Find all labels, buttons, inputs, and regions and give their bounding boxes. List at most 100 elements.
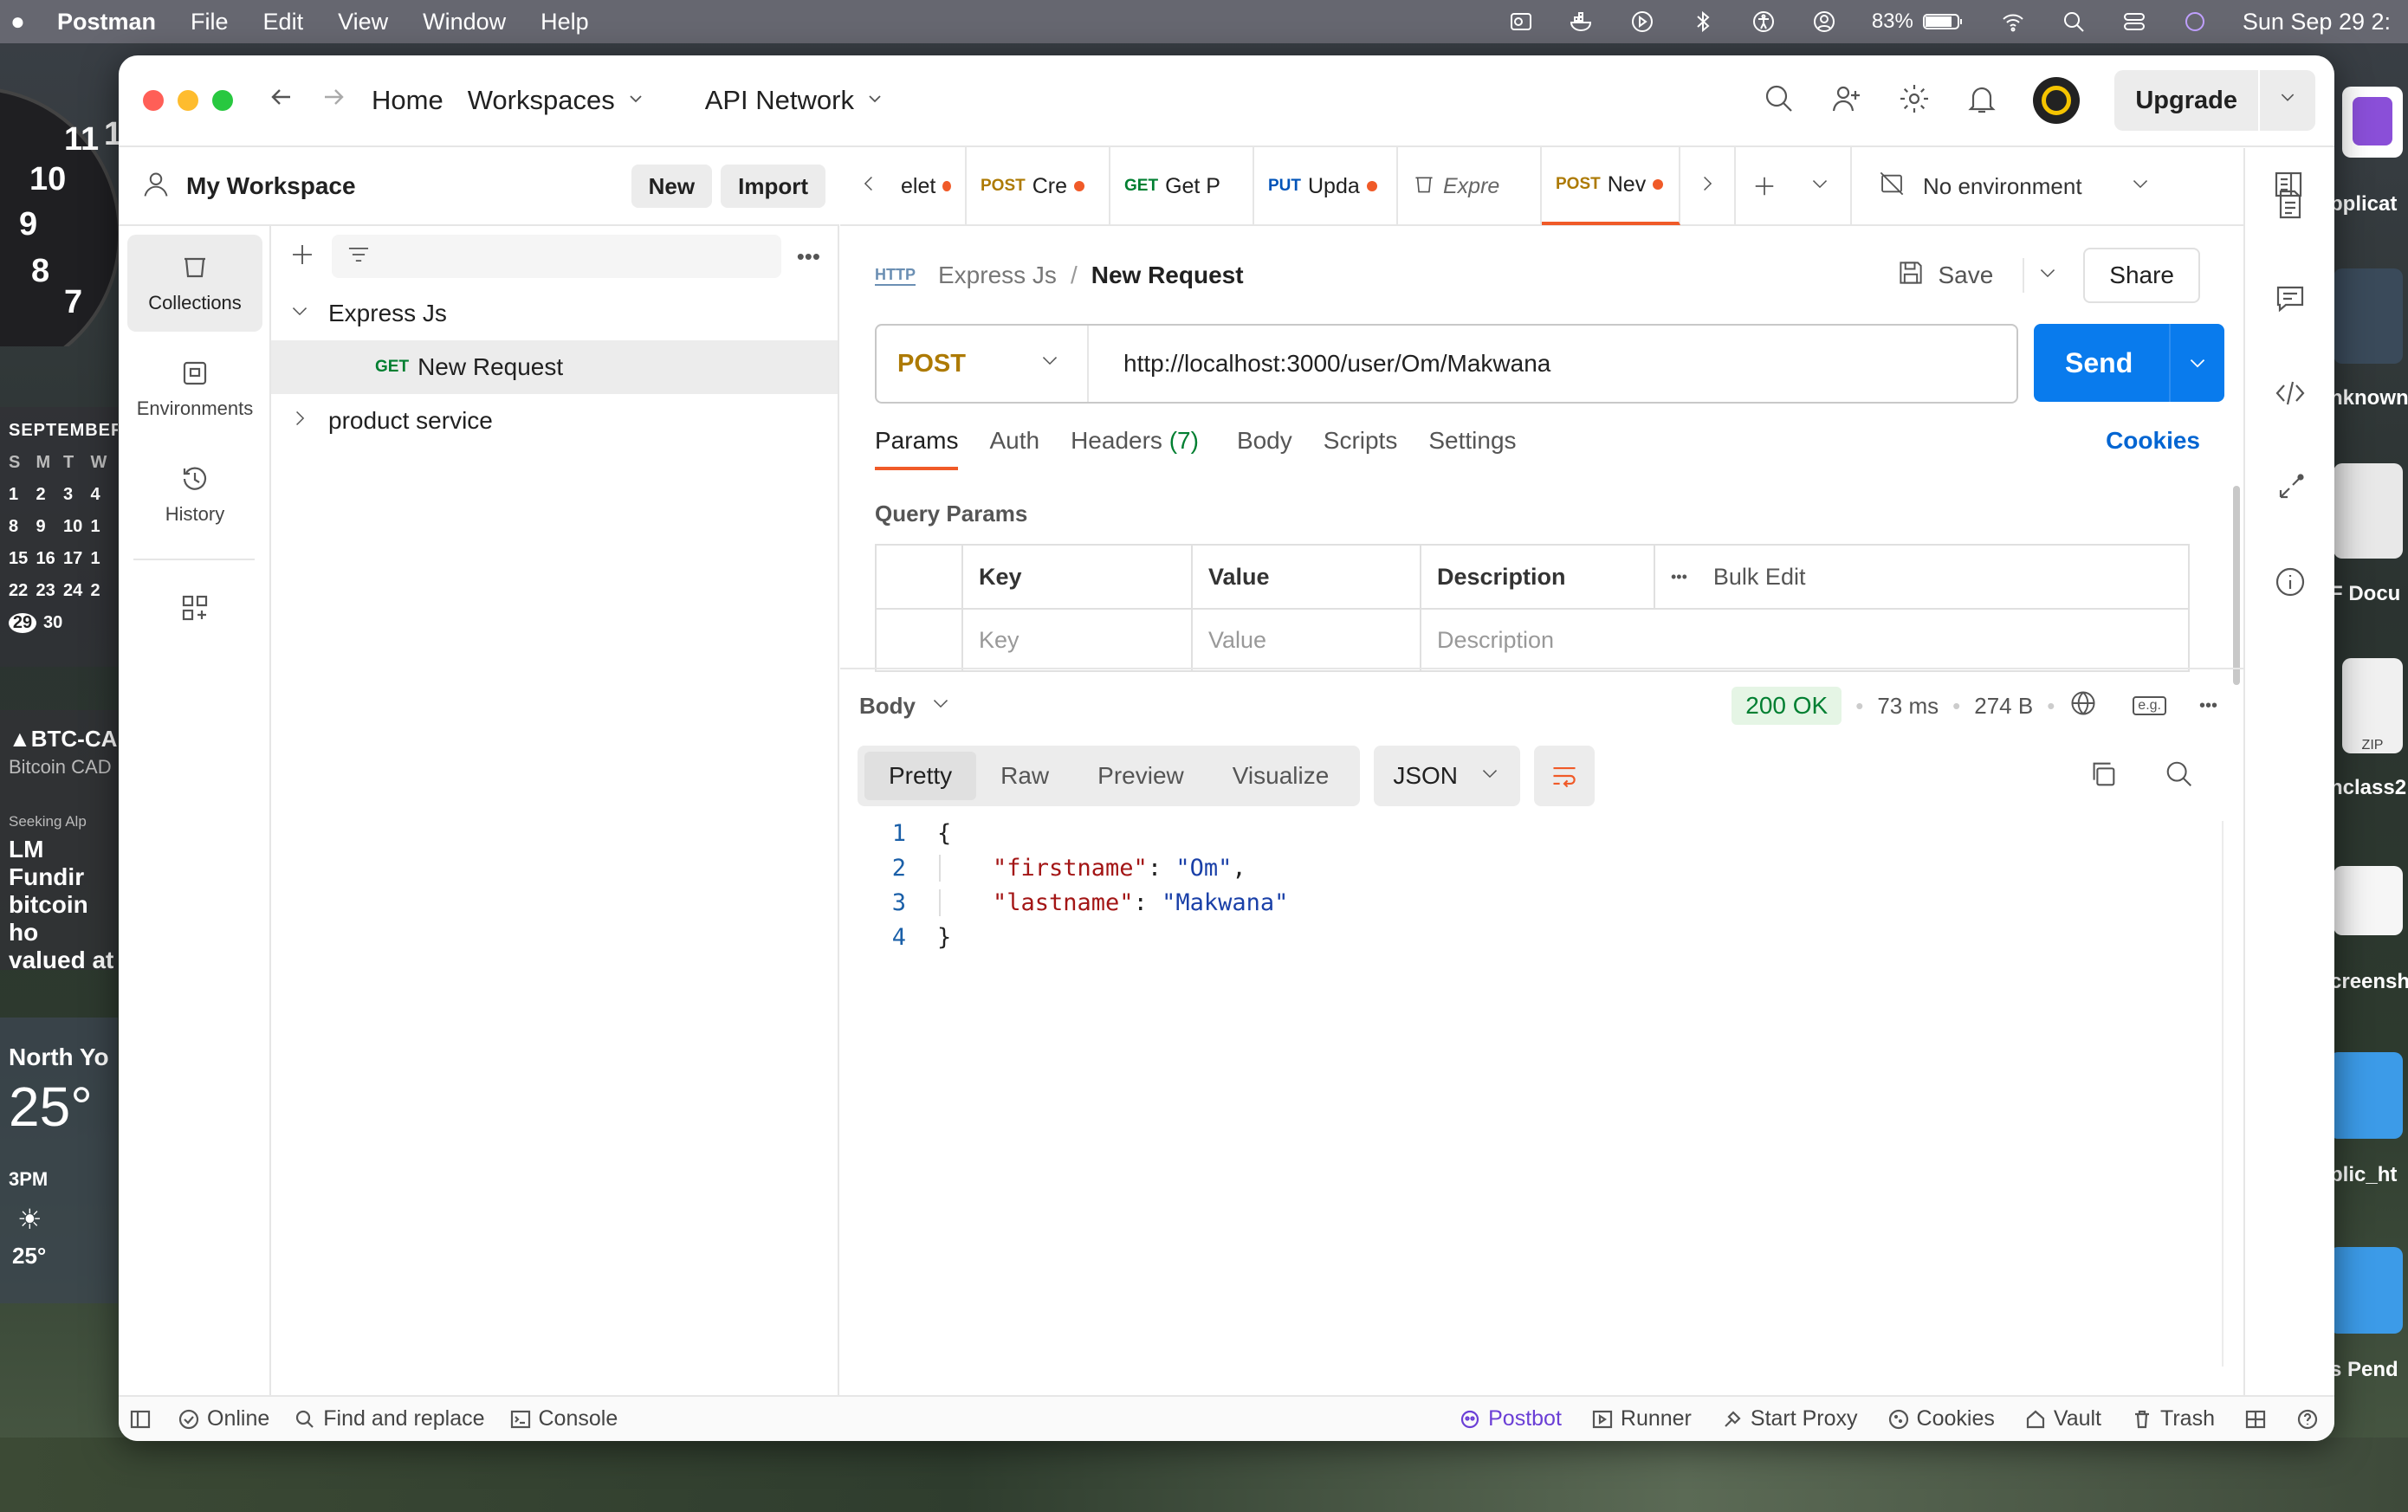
menu-app-name[interactable]: Postman xyxy=(57,9,156,36)
tabs-scroll-right-icon[interactable] xyxy=(1680,172,1734,201)
user-account-icon[interactable] xyxy=(1811,9,1837,35)
accessibility-icon[interactable] xyxy=(1751,9,1777,35)
new-tab-icon[interactable] xyxy=(1734,147,1793,225)
sidebar-item-history[interactable]: History xyxy=(127,446,262,543)
desktop-file-label[interactable]: creensh xyxy=(2330,970,2408,994)
find-and-replace[interactable]: Find and replace xyxy=(294,1406,485,1431)
folder-icon[interactable] xyxy=(2329,1052,2403,1139)
desktop-file-label[interactable]: F Docu xyxy=(2330,582,2408,606)
request-name[interactable]: New Request xyxy=(1091,262,1244,289)
request-tab[interactable]: Expre xyxy=(1398,147,1542,225)
menu-window[interactable]: Window xyxy=(423,9,506,36)
tab-params[interactable]: Params xyxy=(875,427,959,470)
upgrade-button[interactable]: Upgrade xyxy=(2114,70,2315,131)
cookies-button[interactable]: Cookies xyxy=(1887,1406,1995,1431)
request-tab[interactable]: POST Cre xyxy=(967,147,1110,225)
toggle-right-panel-icon[interactable] xyxy=(2272,168,2305,205)
avatar[interactable] xyxy=(2033,77,2081,124)
save-button[interactable]: Save xyxy=(1938,262,1993,289)
nav-workspaces[interactable]: Workspaces xyxy=(468,85,646,116)
tab-visualize[interactable]: Visualize xyxy=(1208,752,1354,800)
more-options-icon[interactable]: ••• xyxy=(797,243,820,270)
new-button[interactable]: New xyxy=(631,165,713,208)
sidebar-item-environments[interactable]: Environments xyxy=(127,340,262,437)
photo-thumbnail[interactable] xyxy=(2334,268,2403,364)
docker-icon[interactable] xyxy=(1569,9,1595,35)
screenshot-thumbnail[interactable] xyxy=(2334,866,2403,935)
notifications-bell-icon[interactable] xyxy=(1965,82,1998,120)
outlook-icon[interactable] xyxy=(1508,9,1534,35)
bulk-edit-button[interactable]: Bulk Edit xyxy=(1713,564,1806,591)
search-response-icon[interactable] xyxy=(2164,759,2195,794)
upgrade-dropdown[interactable] xyxy=(2260,85,2315,116)
tab-pretty[interactable]: Pretty xyxy=(864,752,977,800)
table-checkbox[interactable] xyxy=(877,610,963,670)
add-collection-icon[interactable] xyxy=(288,241,316,273)
visual-studio-icon[interactable] xyxy=(2342,87,2403,158)
send-dropdown[interactable] xyxy=(2169,324,2224,402)
filter-input[interactable] xyxy=(332,235,781,278)
tab-settings[interactable]: Settings xyxy=(1428,427,1516,455)
tabs-scroll-left-icon[interactable] xyxy=(840,172,897,201)
param-description-input[interactable]: Description xyxy=(1421,610,2188,670)
nav-api-network[interactable]: API Network xyxy=(705,85,885,116)
online-status[interactable]: Online xyxy=(178,1406,269,1431)
document-thumbnail[interactable] xyxy=(2334,463,2403,559)
chevron-right-icon[interactable] xyxy=(288,407,311,436)
menu-help[interactable]: Help xyxy=(541,9,589,36)
postbot-button[interactable]: Postbot xyxy=(1459,1406,1562,1431)
tab-auth[interactable]: Auth xyxy=(989,427,1039,455)
tab-scripts[interactable]: Scripts xyxy=(1324,427,1398,455)
close-window-button[interactable] xyxy=(143,90,164,111)
request-tab-active[interactable]: POST Nev xyxy=(1542,147,1680,225)
tab-raw[interactable]: Raw xyxy=(976,752,1073,800)
control-center-icon[interactable] xyxy=(2121,9,2147,35)
menu-edit[interactable]: Edit xyxy=(263,9,304,36)
settings-gear-icon[interactable] xyxy=(1898,82,1931,120)
format-select[interactable]: JSON xyxy=(1374,746,1520,806)
folder-icon[interactable] xyxy=(2329,1247,2403,1334)
spotlight-search-icon[interactable] xyxy=(2061,9,2087,35)
desktop-file-label[interactable]: blic_ht xyxy=(2330,1163,2408,1187)
menubar-datetime[interactable]: Sun Sep 29 2: xyxy=(2243,9,2391,36)
tab-preview[interactable]: Preview xyxy=(1073,752,1208,800)
param-key-input[interactable]: Key xyxy=(963,610,1193,670)
environment-selector[interactable]: No environment xyxy=(1850,147,2178,225)
param-value-input[interactable]: Value xyxy=(1193,610,1421,670)
nav-home[interactable]: Home xyxy=(372,85,443,116)
comments-icon[interactable] xyxy=(2274,282,2307,320)
start-proxy-button[interactable]: Start Proxy xyxy=(1721,1406,1858,1431)
toggle-sidebar-icon[interactable] xyxy=(129,1408,152,1431)
response-body-code[interactable]: 1{ 2 "firstname": "Om", 3 "lastname": "Mak… xyxy=(875,817,1289,955)
response-body-label[interactable]: Body xyxy=(859,693,916,720)
method-select[interactable]: POST xyxy=(877,326,1089,402)
share-button[interactable]: Share xyxy=(2083,248,2200,303)
desktop-file-label[interactable]: s Pend xyxy=(2330,1358,2408,1382)
send-button[interactable]: Send xyxy=(2034,324,2224,402)
wrap-lines-button[interactable] xyxy=(1534,746,1595,806)
network-globe-icon[interactable] xyxy=(2068,688,2098,724)
desktop-file-label[interactable]: nknown xyxy=(2330,386,2408,410)
request-tab[interactable]: GET Get P xyxy=(1110,147,1254,225)
response-size[interactable]: 274 B xyxy=(1974,693,2033,720)
desktop-file-label[interactable]: pplicat xyxy=(2330,192,2408,216)
apple-icon[interactable]: ● xyxy=(10,8,36,36)
desktop-file-label[interactable]: nclass2 xyxy=(2330,776,2408,800)
console-button[interactable]: Console xyxy=(509,1406,618,1431)
help-icon[interactable] xyxy=(2296,1406,2319,1431)
wifi-icon[interactable] xyxy=(2000,9,2026,35)
request-tab[interactable]: PUT Upda xyxy=(1254,147,1398,225)
request-tab[interactable]: elet xyxy=(897,147,967,225)
play-icon[interactable] xyxy=(1629,9,1655,35)
menu-file[interactable]: File xyxy=(191,9,229,36)
battery-icon[interactable] xyxy=(1922,9,1965,35)
code-snippet-icon[interactable] xyxy=(2274,377,2307,414)
info-icon[interactable] xyxy=(2274,565,2307,603)
configure-sidebar-button[interactable] xyxy=(127,569,262,647)
trash-button[interactable]: Trash xyxy=(2131,1406,2215,1431)
import-button[interactable]: Import xyxy=(721,165,825,208)
related-collections-icon[interactable] xyxy=(2274,471,2307,508)
tabs-dropdown-icon[interactable] xyxy=(1793,172,1847,201)
save-as-example-icon[interactable]: e.g. xyxy=(2133,696,2166,715)
layout-toggle-icon[interactable] xyxy=(2244,1406,2267,1431)
